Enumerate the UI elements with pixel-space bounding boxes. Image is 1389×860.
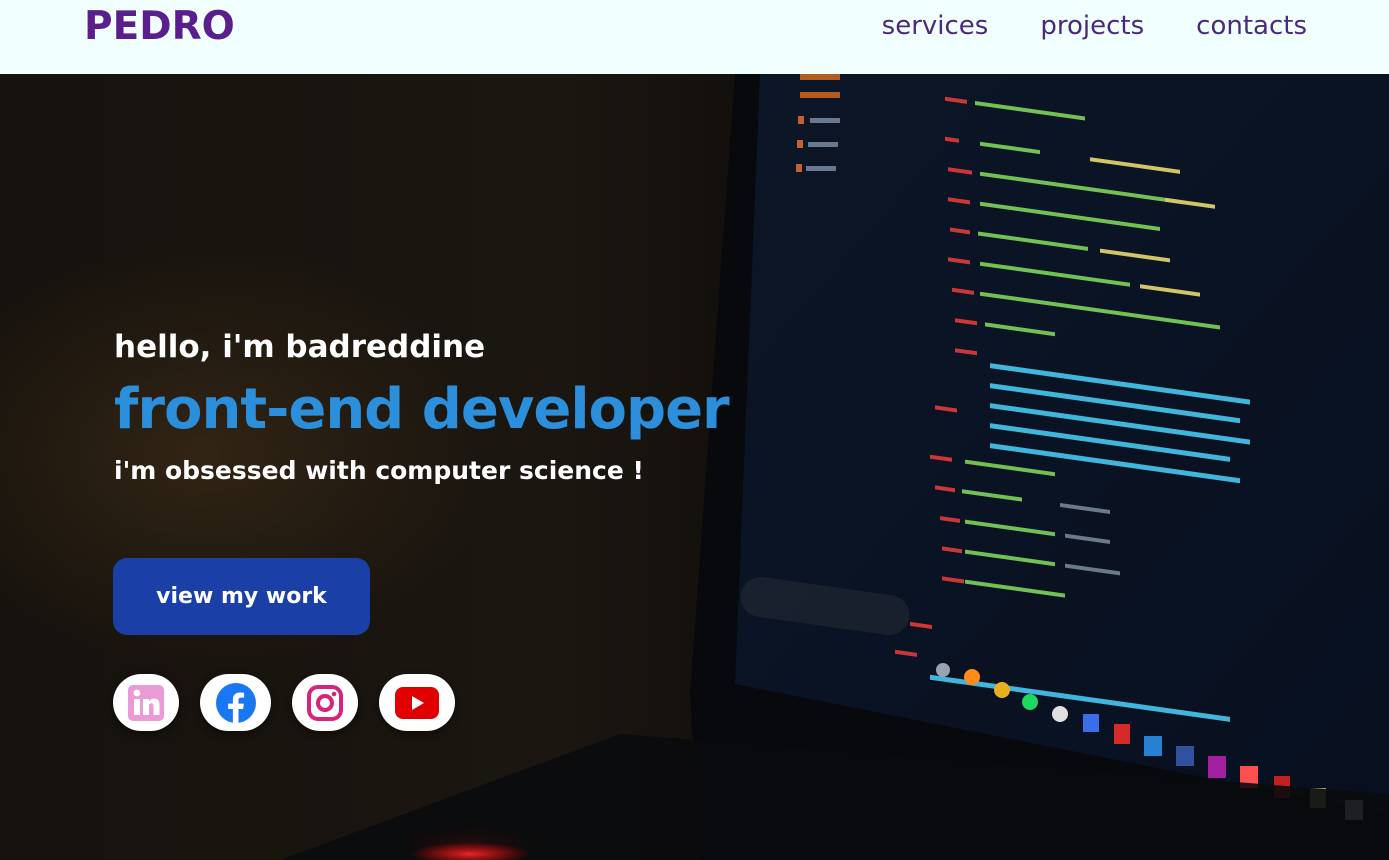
hero-tagline: i'm obsessed with computer science ! (114, 456, 644, 485)
youtube-icon (395, 686, 439, 719)
hero-role-title: front-end developer (114, 377, 730, 442)
facebook-link[interactable] (200, 674, 271, 731)
top-navbar: PEDRO services projects contacts (0, 0, 1389, 74)
nav-link-projects[interactable]: projects (1040, 11, 1144, 41)
hero-text-block: hello, i'm badreddine front-end develope… (114, 329, 730, 485)
view-my-work-button[interactable]: view my work (113, 558, 370, 635)
facebook-icon (215, 682, 256, 723)
hero-greeting: hello, i'm badreddine (114, 329, 486, 365)
instagram-link[interactable] (292, 674, 358, 731)
main-nav: services projects contacts (882, 11, 1307, 41)
instagram-icon (307, 684, 343, 721)
site-logo[interactable]: PEDRO (84, 4, 235, 49)
social-links (113, 674, 455, 731)
linkedin-link[interactable] (113, 674, 179, 731)
nav-link-contacts[interactable]: contacts (1196, 11, 1307, 41)
youtube-link[interactable] (379, 674, 455, 731)
nav-link-services[interactable]: services (882, 11, 989, 41)
linkedin-icon (128, 684, 164, 721)
hero-section: hello, i'm badreddine front-end develope… (0, 74, 1389, 860)
